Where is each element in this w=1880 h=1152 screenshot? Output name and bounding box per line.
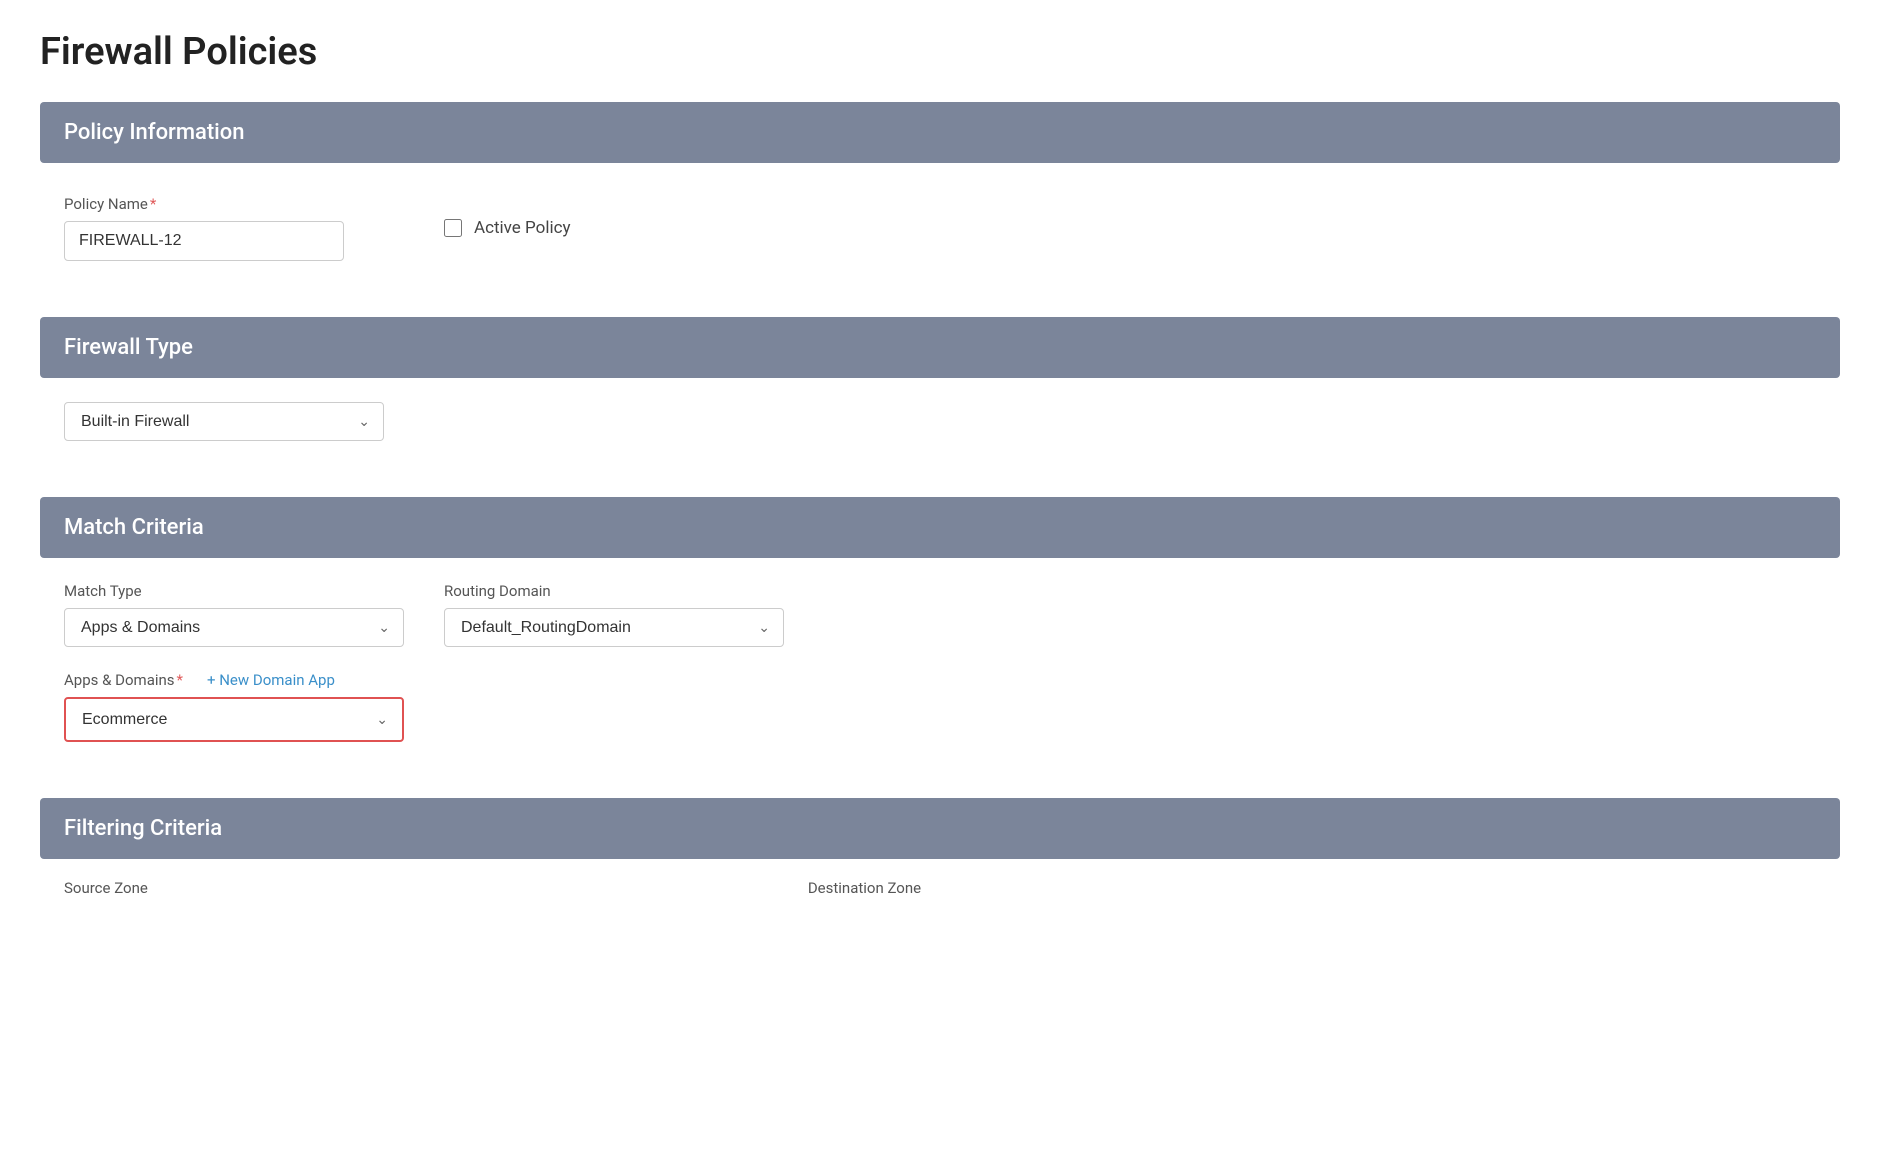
firewall-type-header: Firewall Type [40,317,1840,378]
new-domain-app-link[interactable]: + New Domain App [207,671,335,689]
match-type-label: Match Type [64,582,404,600]
match-type-select[interactable]: Apps & Domains IP Address Domain [64,608,404,647]
active-policy-label: Active Policy [474,218,571,238]
routing-domain-group: Routing Domain Default_RoutingDomain ⌄ [444,582,784,647]
match-type-group: Match Type Apps & Domains IP Address Dom… [64,582,404,647]
destination-zone-label: Destination Zone [808,879,921,897]
policy-name-label: Policy Name* [64,195,344,213]
active-policy-row: Active Policy [444,218,571,238]
firewall-type-select[interactable]: Built-in Firewall External Firewall [64,402,384,441]
filtering-criteria-section: Filtering Criteria Source Zone Destinati… [40,798,1840,907]
filtering-criteria-header: Filtering Criteria [40,798,1840,859]
routing-domain-select[interactable]: Default_RoutingDomain [444,608,784,647]
policy-name-input[interactable] [64,221,344,261]
match-criteria-header: Match Criteria [40,497,1840,558]
firewall-type-section: Firewall Type Built-in Firewall External… [40,317,1840,469]
policy-information-section: Policy Information Policy Name* Active P… [40,102,1840,289]
apps-domains-select-wrapper: Ecommerce ⌄ [64,697,404,742]
routing-domain-label: Routing Domain [444,582,784,600]
apps-domains-label: Apps & Domains* [64,671,183,689]
match-criteria-section: Match Criteria Match Type Apps & Domains… [40,497,1840,770]
policy-information-header: Policy Information [40,102,1840,163]
apps-domains-group: Apps & Domains* + New Domain App Ecommer… [64,671,1816,742]
apps-domains-select[interactable]: Ecommerce [66,699,402,740]
source-zone-label: Source Zone [64,879,148,897]
page-title: Firewall Policies [40,30,1840,74]
active-policy-checkbox[interactable] [444,219,462,237]
